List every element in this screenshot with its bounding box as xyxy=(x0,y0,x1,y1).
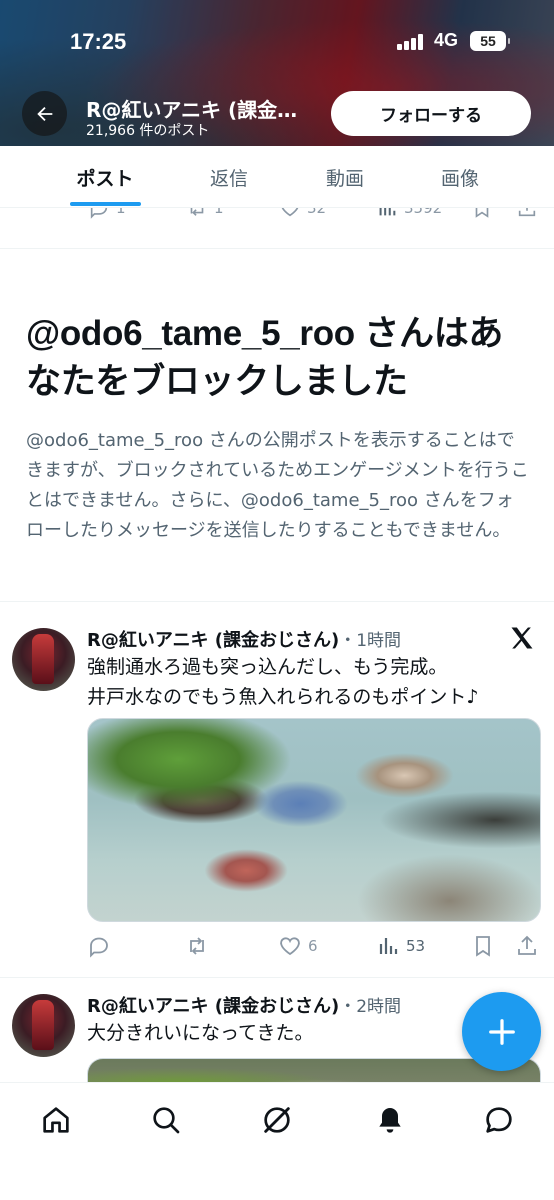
reply-count: 1 xyxy=(116,208,126,217)
share-button[interactable] xyxy=(515,932,539,960)
nav-grok[interactable] xyxy=(257,1100,297,1140)
share-button[interactable] xyxy=(516,208,538,222)
tweet-header: R@紅いアニキ (課金おじさん)・2時間 xyxy=(87,992,401,1018)
views-count: 53 xyxy=(406,937,426,955)
search-icon xyxy=(153,1107,180,1134)
tab-images[interactable]: 画像 xyxy=(419,146,501,208)
notifications-icon xyxy=(379,1108,401,1133)
bookmark-icon xyxy=(475,208,489,218)
tweet-text: 強制通水ろ過も突っ込んだし、もう完成。 井戸水なのでもう魚入れられるのもポイント… xyxy=(87,652,537,712)
nav-notifications[interactable] xyxy=(370,1100,410,1140)
tweet-time: ・2時間 xyxy=(339,997,402,1017)
share-icon xyxy=(518,208,536,217)
like-icon xyxy=(280,937,300,956)
tweet-image[interactable] xyxy=(87,1058,541,1082)
profile-name: R@紅いアニキ (課金おじさん) xyxy=(86,98,311,122)
repost-button[interactable]: 1 xyxy=(186,208,224,222)
blocked-notice: @odo6_tame_5_roo さんはあなたをブロックしました @odo6_t… xyxy=(26,310,531,546)
home-icon xyxy=(43,1107,69,1133)
tab-videos[interactable]: 動画 xyxy=(304,146,386,208)
like-button[interactable]: 6 xyxy=(278,932,318,960)
repost-button[interactable] xyxy=(185,932,209,960)
tweet[interactable]: R@紅いアニキ (課金おじさん)・1時間 強制通水ろ過も突っ込んだし、もう完成。… xyxy=(0,602,554,977)
reply-icon xyxy=(90,937,108,958)
tweet-actions: 6 53 xyxy=(87,932,541,958)
views-icon xyxy=(379,208,396,216)
profile-top-bar: R@紅いアニキ (課金おじさん) 21,966 件のポスト フォローする xyxy=(0,80,554,146)
bookmark-icon xyxy=(476,936,490,957)
bookmark-button[interactable] xyxy=(471,208,493,222)
like-count: 6 xyxy=(308,937,318,955)
tweet-text-line: 強制通水ろ過も突っ込んだし、もう完成。 xyxy=(87,656,448,678)
back-button[interactable] xyxy=(22,91,67,136)
divider xyxy=(0,248,554,249)
follow-button[interactable]: フォローする xyxy=(331,91,531,136)
tab-replies[interactable]: 返信 xyxy=(188,146,270,208)
tweet-image[interactable] xyxy=(87,718,541,922)
reply-button[interactable] xyxy=(87,932,111,960)
views-button[interactable]: 53 xyxy=(376,932,425,960)
post-count: 21,966 件のポスト xyxy=(86,123,210,139)
status-time: 17:25 xyxy=(70,29,127,54)
views-count: 3592 xyxy=(404,208,443,217)
tweet-author[interactable]: R@紅いアニキ (課金おじさん) xyxy=(87,630,339,651)
blocked-title: @odo6_tame_5_roo さんはあなたをブロックしました xyxy=(26,314,504,401)
plus-icon xyxy=(488,1018,515,1045)
bookmark-button[interactable] xyxy=(471,932,495,960)
views-button[interactable]: 3592 xyxy=(376,208,442,222)
profile-tabs: ポスト 返信 動画 画像 xyxy=(0,146,554,208)
repost-icon xyxy=(190,208,204,216)
messages-icon xyxy=(486,1107,512,1133)
reply-icon xyxy=(90,208,108,219)
repost-count: 1 xyxy=(214,208,224,217)
repost-icon xyxy=(190,937,204,955)
tab-posts[interactable]: ポスト xyxy=(56,146,154,208)
avatar[interactable] xyxy=(12,994,75,1057)
x-logo-icon xyxy=(511,627,533,649)
tweet-text-line: 井戸水なのでもう魚入れられるのもポイント♪ xyxy=(87,686,479,708)
grok-icon xyxy=(264,1107,290,1133)
nav-home[interactable] xyxy=(36,1100,76,1140)
previous-tweet-actions: 1 1 32 3592 xyxy=(0,208,554,222)
tweet-author[interactable]: R@紅いアニキ (課金おじさん) xyxy=(87,996,339,1017)
back-arrow-icon xyxy=(36,106,52,121)
profile-header-banner: 17:25 4G 55 R@紅いアニキ (課金おじさん) 21,966 件のポス… xyxy=(0,0,554,146)
tweet-header: R@紅いアニキ (課金おじさん)・1時間 xyxy=(87,626,401,652)
cellular-signal-icon xyxy=(397,34,427,50)
blocked-description: @odo6_tame_5_roo さんの公開ポストを表示することはできますが、ブ… xyxy=(26,430,529,541)
like-icon xyxy=(281,208,299,217)
share-icon xyxy=(518,935,536,955)
reply-button[interactable]: 1 xyxy=(88,208,126,222)
like-button[interactable]: 32 xyxy=(279,208,326,222)
network-type: 4G xyxy=(434,30,459,50)
bottom-navigation xyxy=(0,1082,554,1200)
nav-search[interactable] xyxy=(146,1100,186,1140)
battery-indicator: 55 xyxy=(470,31,510,51)
tweet-time: ・1時間 xyxy=(339,631,402,651)
views-icon xyxy=(379,938,398,954)
status-bar: 17:25 4G 55 xyxy=(0,0,554,80)
avatar[interactable] xyxy=(12,628,75,691)
nav-messages[interactable] xyxy=(479,1100,519,1140)
compose-button[interactable] xyxy=(462,992,541,1071)
like-count: 32 xyxy=(307,208,327,217)
active-tab-indicator xyxy=(70,202,141,206)
